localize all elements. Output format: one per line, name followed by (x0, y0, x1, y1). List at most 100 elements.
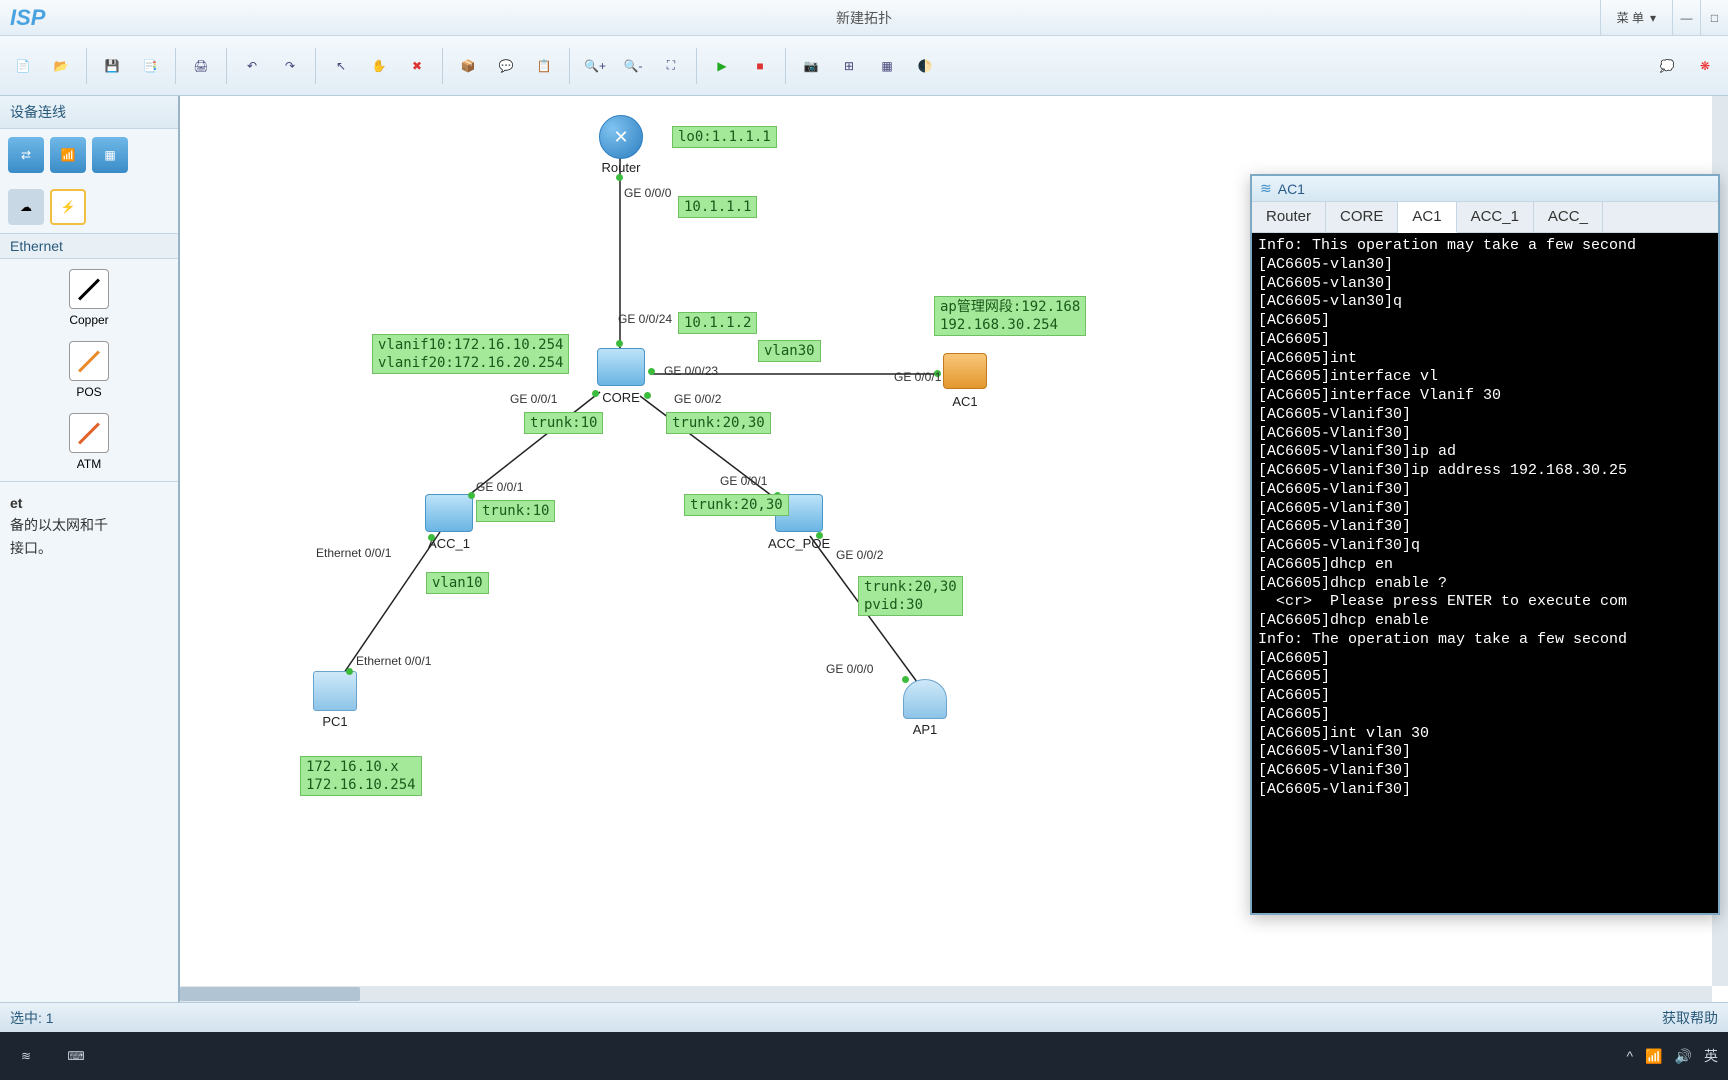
pan-button[interactable]: ✋ (362, 49, 396, 83)
tag-trunk10b[interactable]: trunk:10 (476, 500, 555, 522)
print-button[interactable]: 🖨 (184, 49, 218, 83)
taskbar-app-other[interactable]: ⌨ (60, 1040, 92, 1072)
zoomout-button[interactable]: 🔍- (616, 49, 650, 83)
node-label: CORE (602, 390, 640, 405)
tag-trunk2030b[interactable]: trunk:20,30 (684, 494, 789, 516)
node-ap1[interactable]: AP1 (900, 678, 950, 737)
node-ac1[interactable]: AC1 (940, 350, 990, 409)
switch-icon (425, 494, 473, 532)
tag-lo0[interactable]: lo0:1.1.1.1 (672, 126, 777, 148)
node-core[interactable]: CORE (596, 346, 646, 405)
tag-r-ip[interactable]: 10.1.1.1 (678, 196, 757, 218)
system-tray: ^ 📶 🔊 英 (1627, 1046, 1718, 1066)
tab-router[interactable]: Router (1252, 202, 1326, 232)
device-palette-router-icon[interactable]: ⇄ (8, 137, 44, 173)
port-status-dot (616, 340, 623, 347)
toolbar: 📄 📂 💾 📑 🖨 ↶ ↷ ↖ ✋ ✖ 📦 💬 📋 🔍+ 🔍- ⛶ ▶ ■ 📷 … (0, 36, 1728, 96)
device-panel: 设备连线 ⇄ 📶 ▦ ☁ ⚡ Ethernet Copper POS ATM (0, 96, 180, 1002)
port-status-dot (648, 368, 655, 375)
port-status-dot (644, 392, 651, 399)
description-box: et 备的以太网和千 接口。 (0, 481, 178, 569)
tag-trunk10a[interactable]: trunk:10 (524, 412, 603, 434)
maximize-button[interactable]: □ (1700, 0, 1728, 35)
label-button[interactable]: 💬 (489, 49, 523, 83)
desc-body: 备的以太网和千 接口。 (10, 514, 168, 559)
saveas-button[interactable]: 📑 (133, 49, 167, 83)
tag-trunk2030a[interactable]: trunk:20,30 (666, 412, 771, 434)
huawei-logo[interactable]: ❋ (1688, 49, 1722, 83)
capture-button[interactable]: 📷 (794, 49, 828, 83)
status-help[interactable]: 获取帮助 (1662, 1008, 1718, 1028)
terminal-window[interactable]: ≋ AC1 Router CORE AC1 ACC_1 ACC_ Info: T… (1250, 174, 1720, 915)
cable-section-header: Ethernet (0, 233, 178, 259)
cable-item-copper[interactable]: Copper (10, 269, 168, 327)
zoomin-button[interactable]: 🔍+ (578, 49, 612, 83)
device-palette-server-icon[interactable]: ▦ (92, 137, 128, 173)
redo-button[interactable]: ↷ (273, 49, 307, 83)
menu-button[interactable]: 菜 单▾ (1600, 0, 1672, 35)
terminal-tabs: Router CORE AC1 ACC_1 ACC_ (1252, 201, 1718, 233)
device-palette-cloud-icon[interactable]: ☁ (8, 189, 44, 225)
app-logo: ISP (0, 5, 55, 31)
node-router[interactable]: Router (596, 116, 646, 175)
tray-up-icon[interactable]: ^ (1627, 1048, 1634, 1064)
select-button[interactable]: ↖ (324, 49, 358, 83)
tag-vlan10[interactable]: vlan10 (426, 572, 489, 594)
tray-ime[interactable]: 英 (1704, 1046, 1718, 1066)
device-palette-ap-icon[interactable]: 📶 (50, 137, 86, 173)
port-status-dot (428, 534, 435, 541)
tag-pc1ip[interactable]: 172.16.10.x 172.16.10.254 (300, 756, 422, 796)
cable-label: Copper (69, 313, 108, 327)
port-status-dot (468, 492, 475, 499)
document-title: 新建拓扑 (836, 8, 892, 28)
terminal-output[interactable]: Info: This operation may take a few seco… (1252, 233, 1718, 913)
tag-core-up[interactable]: 10.1.1.2 (678, 312, 757, 334)
port-label: GE 0/0/23 (664, 364, 718, 378)
ap-icon (903, 679, 947, 719)
tag-vlanif[interactable]: vlanif10:172.16.10.254 vlanif20:172.16.2… (372, 334, 569, 374)
run-button[interactable]: ▶ (705, 49, 739, 83)
tag-vlan30[interactable]: vlan30 (758, 340, 821, 362)
port-status-dot (616, 174, 623, 181)
tray-volume-icon[interactable]: 🔊 (1675, 1048, 1692, 1065)
canvas-h-scrollbar[interactable] (180, 986, 1712, 1002)
tag-trunkpvid[interactable]: trunk:20,30 pvid:30 (858, 576, 963, 616)
cable-item-pos[interactable]: POS (10, 341, 168, 399)
port-label: GE 0/0/0 (826, 662, 873, 676)
node-acc1[interactable]: ACC_1 (424, 492, 474, 551)
save-button[interactable]: 💾 (95, 49, 129, 83)
tray-wifi-icon[interactable]: 📶 (1645, 1048, 1662, 1065)
open-button[interactable]: 📂 (44, 49, 78, 83)
taskbar-app-ensp[interactable]: ≋ (10, 1040, 42, 1072)
fit-button[interactable]: ⛶ (654, 49, 688, 83)
note-button[interactable]: 📋 (527, 49, 561, 83)
new-button[interactable]: 📄 (6, 49, 40, 83)
device-palette-hub-icon[interactable]: ⚡ (50, 189, 86, 225)
port-status-dot (592, 390, 599, 397)
tab-acc1[interactable]: ACC_1 (1457, 202, 1534, 232)
port-label: GE 0/0/1 (894, 370, 941, 384)
port-label: GE 0/0/1 (476, 480, 523, 494)
terminal-title[interactable]: ≋ AC1 (1252, 176, 1718, 201)
node-pc1[interactable]: PC1 (310, 670, 360, 729)
node-label: AP1 (913, 722, 938, 737)
statusbar: 选中: 1 获取帮助 (0, 1002, 1728, 1032)
package-button[interactable]: 📦 (451, 49, 485, 83)
comment-button[interactable]: 💭 (1650, 49, 1684, 83)
theme-button[interactable]: 🌓 (908, 49, 942, 83)
node-label: PC1 (322, 714, 347, 729)
tab-core[interactable]: CORE (1326, 202, 1398, 232)
pc-icon (313, 671, 357, 711)
cable-item-atm[interactable]: ATM (10, 413, 168, 471)
tab-ac1[interactable]: AC1 (1398, 202, 1456, 233)
minimize-button[interactable]: — (1672, 0, 1700, 35)
node-label: AC1 (952, 394, 977, 409)
tag-ap-mgmt[interactable]: ap管理网段:192.168 192.168.30.254 (934, 296, 1086, 336)
undo-button[interactable]: ↶ (235, 49, 269, 83)
tab-accpoe[interactable]: ACC_ (1534, 202, 1603, 232)
grid-button[interactable]: ▦ (870, 49, 904, 83)
layout-button[interactable]: ⊞ (832, 49, 866, 83)
stop-button[interactable]: ■ (743, 49, 777, 83)
delete-button[interactable]: ✖ (400, 49, 434, 83)
port-label: GE 0/0/2 (836, 548, 883, 562)
